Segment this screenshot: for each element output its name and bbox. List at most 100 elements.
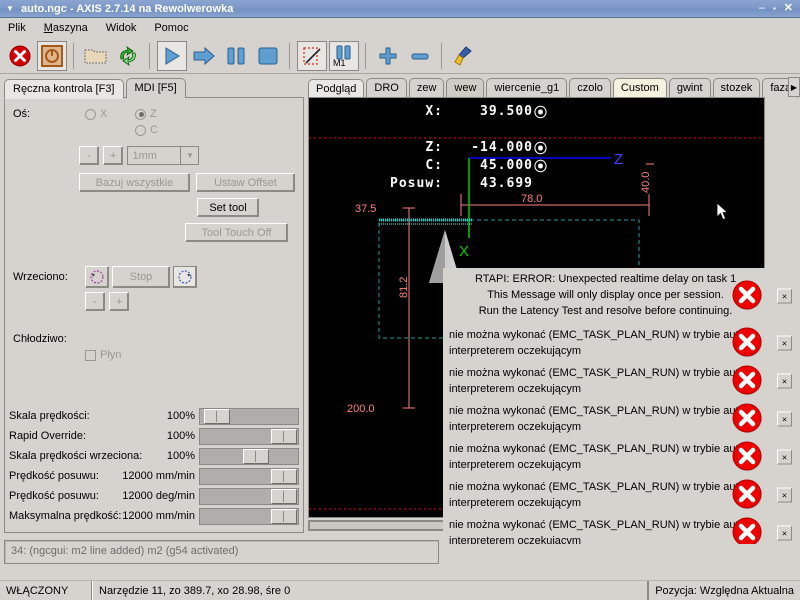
window-maximize-button[interactable] <box>773 3 776 14</box>
home-all-button[interactable]: Bazuj wszystkie <box>79 173 190 192</box>
error-x-icon[interactable] <box>732 478 766 512</box>
set-offset-button[interactable]: Ustaw Offset <box>195 173 295 192</box>
jog-plus-button[interactable]: + <box>103 146 124 165</box>
jog-minus-button[interactable]: - <box>79 146 99 165</box>
slider-value-max-velocity: 12000 mm/min <box>122 510 195 522</box>
spindle-stop-button[interactable]: Stop <box>112 266 170 288</box>
jog-increment-combo[interactable]: 1mm ▼ <box>127 146 200 165</box>
error-line: nie można wykonać (EMC_TASK_PLAN_RUN) w … <box>449 443 751 455</box>
dro-row-feed: Posuw: 43.699 <box>309 174 549 192</box>
axis-application-window: ▼ auto.ngc - AXIS 2.7.14 na Rewolwerowka… <box>0 0 800 600</box>
axis-label: Oś: <box>13 108 31 120</box>
axis-radio-z[interactable] <box>135 108 146 120</box>
dro-label-c: C: <box>425 157 443 173</box>
spindle-ccw-button[interactable] <box>85 266 109 288</box>
tool-touch-off-button[interactable]: Tool Touch Off <box>185 223 288 242</box>
reload-file-button[interactable] <box>113 41 143 71</box>
dro-label-z: Z: <box>425 139 443 155</box>
spindle-cw-button[interactable] <box>173 266 197 288</box>
dim-label-left-upper: 37.5 <box>355 203 376 215</box>
tab-stozek[interactable]: stozek <box>712 78 761 98</box>
slider-label-rapid-override: Rapid Override: <box>9 430 87 442</box>
slider-spindle-override[interactable] <box>199 447 299 465</box>
coolant-flood-checkbox[interactable] <box>85 349 96 361</box>
tab-scroll-right-button[interactable]: ▶ <box>788 77 800 97</box>
error-x-icon[interactable] <box>732 516 766 544</box>
toggle-block-delete-button[interactable] <box>297 40 327 71</box>
dro-value-x: 39.500 <box>480 103 533 119</box>
menu-widok[interactable]: Widok <box>104 21 139 35</box>
gcode-current-line[interactable]: 34: (ngcgui: m2 line added) m2 (g54 acti… <box>4 540 439 564</box>
zoom-in-button[interactable] <box>373 41 403 71</box>
error-x-icon[interactable] <box>732 440 766 474</box>
axis-radio-x[interactable] <box>85 108 96 120</box>
tab-gwint[interactable]: gwint <box>668 78 711 98</box>
zoom-out-button[interactable] <box>405 41 435 71</box>
slider-rapid-override[interactable] <box>199 427 299 445</box>
error-message: nie można wykonać (EMC_TASK_PLAN_RUN) w … <box>443 438 796 476</box>
window-menu-icon[interactable]: ▼ <box>3 2 17 16</box>
error-close-button[interactable]: × <box>777 487 792 503</box>
slider-jog-speed-linear[interactable] <box>199 467 299 485</box>
pause-button[interactable] <box>221 41 251 71</box>
estop-button[interactable] <box>5 41 35 71</box>
tab-reczna-kontrola[interactable]: Ręczna kontrola [F3] <box>4 79 124 99</box>
window-titlebar: ▼ auto.ngc - AXIS 2.7.14 na Rewolwerowka <box>0 0 800 18</box>
tab-mdi[interactable]: MDI [F5] <box>125 78 186 98</box>
error-close-button[interactable]: × <box>777 335 792 351</box>
error-close-button[interactable]: × <box>777 449 792 465</box>
manual-control-panel: Ręczna kontrola [F3] MDI [F5] Oś: X Z C … <box>4 76 304 534</box>
set-tool-button[interactable]: Set tool <box>197 198 259 217</box>
menu-pomoc[interactable]: Pomoc <box>152 21 190 35</box>
window-minimize-button[interactable] <box>759 3 765 14</box>
slider-max-velocity[interactable] <box>199 507 299 525</box>
spindle-minus-button[interactable]: - <box>85 292 105 311</box>
error-close-button[interactable]: × <box>777 411 792 427</box>
tab-wew[interactable]: wew <box>446 78 485 98</box>
slider-value-jog-speed-linear: 12000 mm/min <box>122 470 195 482</box>
error-close-button[interactable]: × <box>777 288 792 304</box>
slider-label-max-velocity: Maksymalna prędkość: <box>9 510 122 522</box>
run-program-button[interactable] <box>157 40 187 71</box>
dim-label-left-mid: 81.2 <box>398 277 410 298</box>
spindle-plus-button[interactable]: + <box>109 292 130 311</box>
tab-czolo[interactable]: czolo <box>569 78 611 98</box>
error-x-icon[interactable] <box>732 326 766 360</box>
tab-dro[interactable]: DRO <box>366 78 407 98</box>
error-message: RTAPI: ERROR: Unexpected realtime delay … <box>443 268 796 324</box>
step-button[interactable] <box>189 41 219 71</box>
open-file-button[interactable] <box>81 41 111 71</box>
manual-control-body: Oś: X Z C - + 1mm ▼ Bazuj wszystkie Usta… <box>4 97 304 533</box>
slider-jog-speed-angular[interactable] <box>199 487 299 505</box>
clear-plot-button[interactable] <box>449 41 479 71</box>
toolbar-separator <box>149 42 151 69</box>
main-toolbar: M1 <box>0 38 800 74</box>
tab-wiercenie-g1[interactable]: wiercenie_g1 <box>486 78 568 98</box>
home-marker-icon: ⦿ <box>533 159 548 175</box>
error-message: nie można wykonać (EMC_TASK_PLAN_RUN) w … <box>443 476 796 514</box>
tab-custom[interactable]: Custom <box>612 78 667 98</box>
error-message: nie można wykonać (EMC_TASK_PLAN_RUN) w … <box>443 362 796 400</box>
error-x-icon[interactable] <box>732 364 766 398</box>
slider-row-max-velocity: Maksymalna prędkość: 12000 mm/min <box>9 506 299 526</box>
menu-plik[interactable]: Plik <box>6 21 28 35</box>
toggle-optional-stop-button[interactable]: M1 <box>329 40 359 71</box>
stop-button[interactable] <box>253 41 283 71</box>
dro-label-feed: Posuw: <box>390 175 443 191</box>
error-x-icon[interactable] <box>732 279 766 313</box>
error-close-button[interactable]: × <box>777 525 792 541</box>
error-message: nie można wykonać (EMC_TASK_PLAN_RUN) w … <box>443 400 796 438</box>
axis-radio-c[interactable] <box>135 124 146 136</box>
coolant-label: Chłodziwo: <box>13 333 67 345</box>
slider-feed-override[interactable] <box>199 407 299 425</box>
home-marker-icon: ⦿ <box>533 105 548 121</box>
machine-power-button[interactable] <box>37 40 67 71</box>
tab-podglad[interactable]: Podgląd <box>308 79 365 99</box>
menu-maszyna[interactable]: Maszyna <box>42 21 90 35</box>
slider-row-jog-speed-angular: Prędkość posuwu: 12000 deg/min <box>9 486 299 506</box>
slider-label-jog-speed-linear: Prędkość posuwu: <box>9 470 99 482</box>
error-x-icon[interactable] <box>732 402 766 436</box>
error-close-button[interactable]: × <box>777 373 792 389</box>
window-close-button[interactable] <box>784 3 793 14</box>
tab-zew[interactable]: zew <box>408 78 445 98</box>
